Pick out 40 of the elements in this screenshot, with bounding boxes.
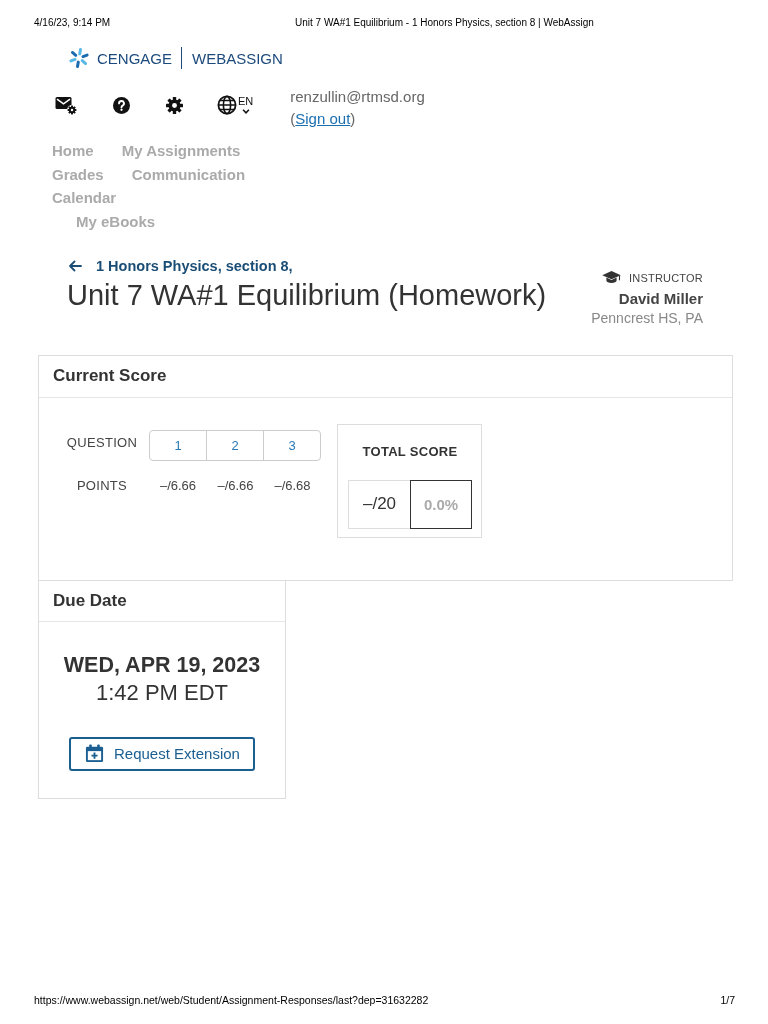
back-link[interactable]: 1 Honors Physics, section 8, xyxy=(68,256,293,275)
arrow-left-icon xyxy=(68,259,82,272)
total-points: –/20 xyxy=(348,479,410,529)
instructor-name: David Miller xyxy=(618,288,703,309)
print-date: 4/16/23, 9:14 PM xyxy=(34,17,111,29)
print-title: Unit 7 WA#1 Equilibrium - 1 Honors Physics, section 8 | WebAssign xyxy=(295,17,594,29)
total-score-label: TOTAL SCORE xyxy=(361,443,459,460)
points-label: POINTS xyxy=(76,478,128,494)
question-points: –/6.66 xyxy=(217,478,254,494)
globe-icon xyxy=(217,95,237,115)
question-button[interactable]: 3 xyxy=(263,429,321,461)
account-email: renzullin@rtmsd.org xyxy=(290,87,425,107)
caret-icon xyxy=(241,108,250,114)
logo-brand: CENGAGE xyxy=(97,49,172,67)
assignment-title: Unit 7 WA#1 Equilibrium (Homework) xyxy=(67,278,547,312)
card-heading: Due Date xyxy=(53,589,127,612)
question-points: –/6.66 xyxy=(159,478,197,494)
calendar-plus-icon xyxy=(85,744,104,764)
sign-out-link[interactable]: Sign out xyxy=(295,110,351,127)
total-percent: 0.0% xyxy=(410,479,472,529)
question-points: –/6.68 xyxy=(274,478,311,494)
due-date: WED, APR 19, 2023 xyxy=(62,651,262,679)
settings-icon[interactable] xyxy=(166,96,183,114)
print-url: https://www.webassign.net/web/Student/Assignment-Responses/last?dep=31632282 xyxy=(34,994,429,1006)
graduation-cap-icon xyxy=(602,271,622,285)
instructor-school: Penncrest HS, PA xyxy=(591,308,703,327)
mail-gear-icon[interactable] xyxy=(55,95,77,115)
due-time: 1:42 PM EDT xyxy=(94,678,229,707)
burst-logo-icon xyxy=(66,48,92,68)
card-heading: Current Score xyxy=(53,365,167,388)
question-label: QUESTION xyxy=(66,434,138,450)
instructor-label: INSTRUCTOR xyxy=(629,270,703,286)
page-number: 1/7 xyxy=(720,994,735,1006)
help-icon[interactable] xyxy=(113,96,130,114)
question-button[interactable]: 1 xyxy=(149,429,207,461)
request-extension-button[interactable]: Request Extension xyxy=(69,736,255,771)
logo-product: WEBASSIGN xyxy=(192,49,283,67)
language-button[interactable]: EN xyxy=(217,95,254,115)
question-button[interactable]: 2 xyxy=(206,429,264,461)
sign-out-text: (Sign out) xyxy=(290,109,357,129)
